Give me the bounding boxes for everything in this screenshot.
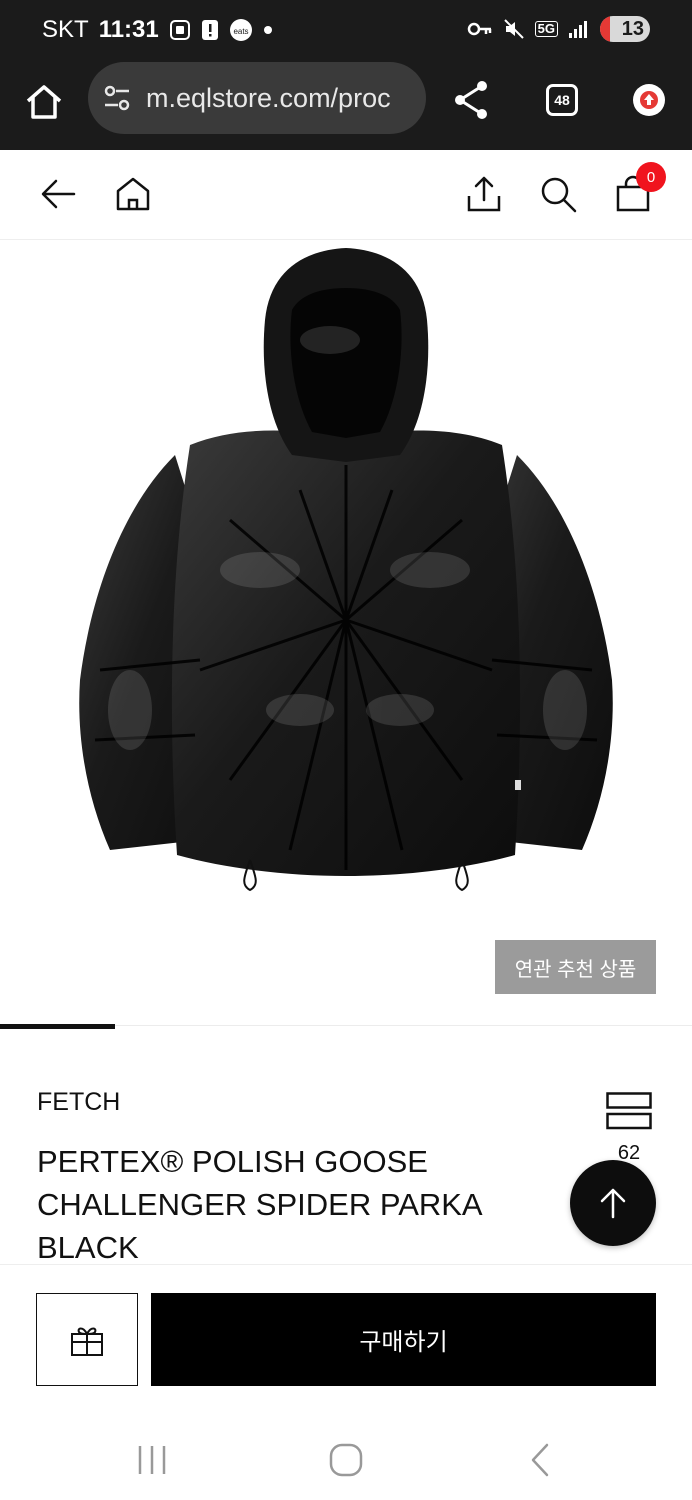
system-nav-bar [0, 1424, 692, 1500]
recent-apps-icon[interactable] [132, 1440, 172, 1480]
status-left: SKT 11:31 eats [42, 16, 273, 44]
dot-icon [263, 25, 273, 35]
related-products-button[interactable]: 연관 추천 상품 [495, 940, 656, 994]
back-arrow-icon[interactable] [38, 174, 78, 214]
update-available-icon[interactable] [633, 84, 665, 116]
product-image[interactable] [0, 240, 692, 940]
home-icon[interactable] [113, 174, 153, 214]
coupang-eats-icon: eats [229, 18, 253, 42]
battery-indicator: 13 [600, 16, 650, 42]
status-right: 5G 13 [467, 16, 650, 42]
svg-text:eats: eats [233, 27, 248, 36]
buy-button[interactable]: 구매하기 [151, 1293, 656, 1386]
site-settings-icon[interactable] [102, 83, 132, 113]
signal-icon [568, 19, 590, 39]
brand-name[interactable]: FETCH [37, 1088, 120, 1117]
cart-count-badge: 0 [636, 162, 666, 192]
alert-icon [201, 19, 219, 41]
url-text[interactable]: m.eqlstore.com/proc [146, 83, 391, 114]
search-icon[interactable] [538, 174, 578, 214]
carrier-label: SKT [42, 16, 89, 43]
back-nav-icon[interactable] [520, 1440, 560, 1480]
site-header [0, 150, 692, 240]
battery-level: 13 [621, 17, 644, 40]
clock: 11:31 [98, 16, 159, 43]
browser-home-icon[interactable] [22, 80, 66, 124]
key-icon [467, 20, 493, 38]
product-title: PERTEX® POLISH GOOSE CHALLENGER SPIDER P… [37, 1144, 481, 1265]
share-icon[interactable] [464, 174, 504, 214]
browser-share-icon[interactable] [452, 78, 492, 122]
arrow-up-icon [600, 1188, 626, 1219]
home-nav-icon[interactable] [326, 1440, 366, 1480]
address-bar[interactable]: m.eqlstore.com/proc [88, 62, 426, 134]
gift-button[interactable] [36, 1293, 138, 1386]
wishlist-icon[interactable] [606, 1092, 652, 1130]
gift-icon [71, 1327, 103, 1356]
status-bar: SKT 11:31 eats 5G 13 [0, 0, 692, 62]
screenshot-icon [169, 19, 191, 41]
network-type: 5G [534, 21, 558, 37]
scroll-to-top-button[interactable] [570, 1160, 656, 1246]
mute-icon [503, 18, 525, 40]
browser-toolbar: m.eqlstore.com/proc 48 [0, 62, 692, 150]
tab-switcher-button[interactable]: 48 [546, 84, 578, 116]
puffer-jacket-image [79, 248, 613, 892]
gallery-progress-bar [0, 1024, 115, 1029]
